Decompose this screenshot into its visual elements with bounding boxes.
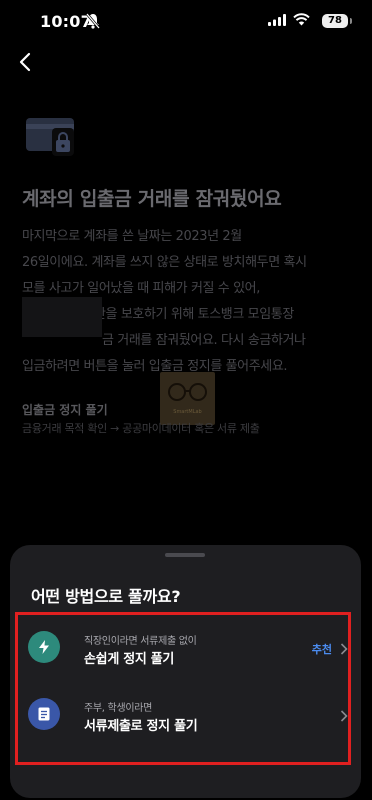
status-time: 10:07: [40, 12, 92, 31]
section-subtitle: 금융거래 목적 확인 → 공공마이데이터 혹은 서류 제출: [22, 422, 260, 435]
wifi-icon: [293, 13, 310, 26]
glasses-icon: [168, 383, 207, 401]
option-easy-unlock[interactable]: 직장인이라면 서류제출 없이 손쉽게 정지 풀기 추천: [28, 624, 348, 678]
document-icon: [28, 698, 60, 730]
description-line: 26일이에요. 계좌를 쓰지 않은 상태로 방치해두면 혹시: [22, 255, 307, 270]
chevron-right-icon: [340, 710, 348, 722]
watermark-label: SmartMLab: [173, 409, 202, 415]
option-document-unlock[interactable]: 주부, 학생이라면 서류제출로 정지 풀기: [28, 691, 348, 745]
sheet-handle[interactable]: [165, 553, 205, 557]
redacted-block: [22, 297, 102, 337]
back-arrow-icon[interactable]: [14, 50, 38, 74]
recommend-badge: 추천: [311, 643, 332, 656]
chevron-right-icon: [340, 643, 348, 655]
option-title: 손쉽게 정지 풀기: [84, 652, 175, 667]
battery-indicator: 78: [322, 14, 352, 28]
page-title: 계좌의 입출금 거래를 잠궈뒀어요: [22, 188, 282, 210]
section-title: 입출금 정지 풀기: [22, 403, 108, 417]
signal-icon: [268, 14, 286, 26]
bottom-sheet: 어떤 방법으로 풀까요? 직장인이라면 서류제출 없이 손쉽게 정지 풀기 추천…: [10, 545, 361, 798]
lightning-icon: [28, 631, 60, 663]
sheet-title: 어떤 방법으로 풀까요?: [31, 587, 181, 606]
bell-muted-icon: [86, 13, 100, 29]
description-line: 마지막으로 계좌를 쓴 날짜는 2023년 2월: [22, 229, 242, 244]
lock-icon: [52, 128, 74, 156]
option-subtitle: 주부, 학생이라면: [84, 703, 153, 714]
watermark-logo: SmartMLab: [160, 372, 215, 425]
option-subtitle: 직장인이라면 서류제출 없이: [84, 636, 197, 647]
option-title: 서류제출로 정지 풀기: [84, 719, 198, 734]
status-bar: 10:07 78: [0, 0, 372, 44]
